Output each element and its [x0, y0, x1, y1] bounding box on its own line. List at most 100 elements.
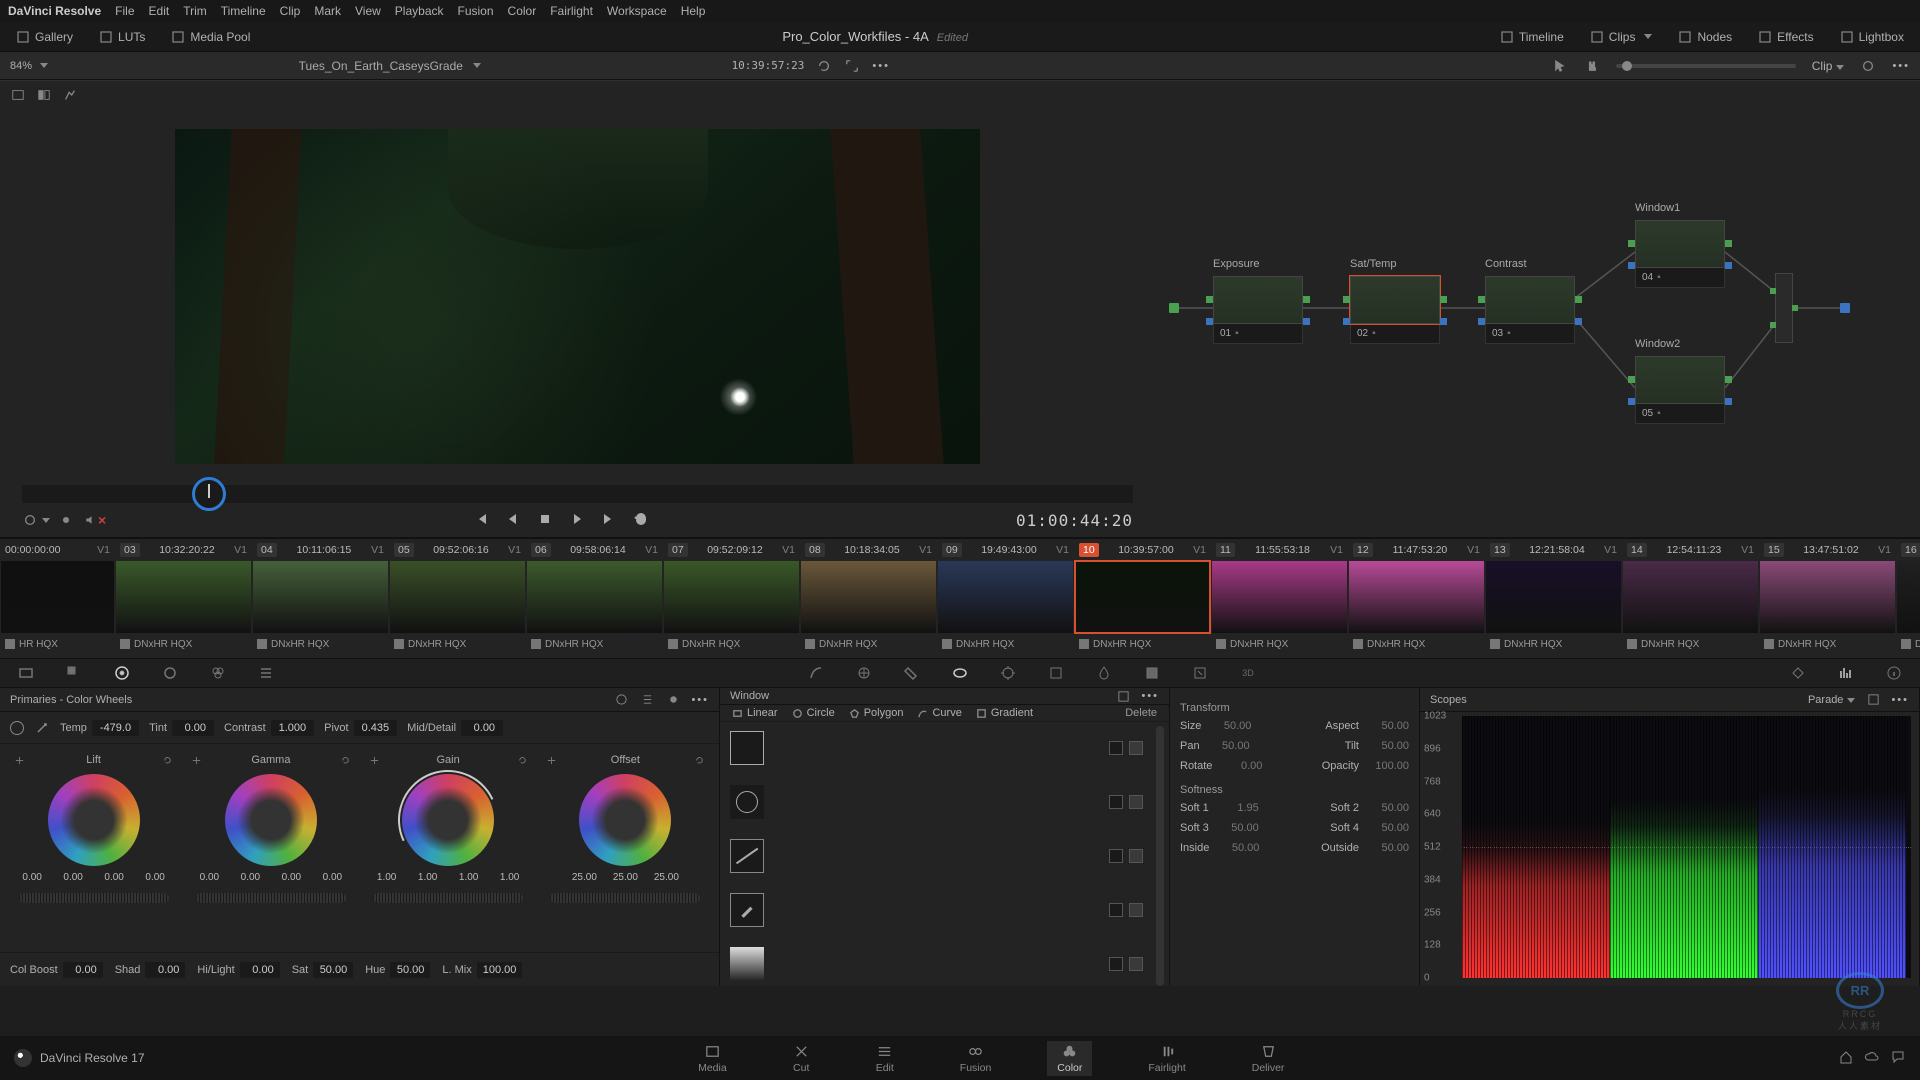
primaries-shad[interactable]: Shad0.00 — [115, 962, 186, 978]
stop-button[interactable] — [537, 511, 553, 530]
pick-white-icon[interactable] — [34, 720, 50, 736]
clip-thumbnail-16[interactable]: 16DNx — [1896, 539, 1920, 658]
primaries-hilight[interactable]: Hi/Light0.00 — [197, 962, 279, 978]
loop-button[interactable] — [633, 511, 649, 530]
toggle-icon[interactable] — [58, 512, 74, 528]
gamma-wheel[interactable] — [225, 774, 317, 866]
node-graph[interactable]: Exposure01 ▪Sat/Temp02 ▪Contrast03 ▪Wind… — [1155, 108, 1920, 537]
clip-thumbnail-05[interactable]: 0509:52:06:16V1DNxHR HQX — [389, 539, 526, 658]
playhead-indicator[interactable] — [192, 477, 226, 511]
gain-jog[interactable] — [373, 893, 523, 903]
panel-options-icon[interactable]: ••• — [1891, 694, 1909, 706]
hdr-icon[interactable] — [160, 663, 180, 683]
menu-trim[interactable]: Trim — [183, 4, 207, 18]
node-03[interactable]: Contrast03 ▪ — [1485, 276, 1575, 344]
curves-icon[interactable] — [806, 663, 826, 683]
page-tab-deliver[interactable]: Deliver — [1242, 1041, 1295, 1076]
parallel-mixer-node[interactable] — [1775, 273, 1793, 343]
subbar-gallery[interactable]: Gallery — [10, 27, 79, 47]
menu-workspace[interactable]: Workspace — [607, 4, 667, 18]
menu-fusion[interactable]: Fusion — [458, 4, 494, 18]
window-shape-line[interactable] — [730, 834, 1143, 878]
subbar-timeline[interactable]: Timeline — [1494, 27, 1570, 47]
page-tab-fairlight[interactable]: Fairlight — [1138, 1041, 1195, 1076]
output-node[interactable] — [1840, 303, 1850, 313]
subbar-clips[interactable]: Clips — [1584, 27, 1659, 47]
highlight-icon[interactable] — [62, 87, 78, 103]
primaries-middetail[interactable]: Mid/Detail0.00 — [407, 720, 503, 736]
offset-wheel[interactable] — [579, 774, 671, 866]
menu-edit[interactable]: Edit — [149, 4, 170, 18]
blur-icon[interactable] — [1094, 663, 1114, 683]
color-warper-icon[interactable] — [854, 663, 874, 683]
menu-mark[interactable]: Mark — [314, 4, 341, 18]
wheels-mode-icon[interactable] — [613, 692, 629, 708]
node-01[interactable]: Exposure01 ▪ — [1213, 276, 1303, 344]
menu-fairlight[interactable]: Fairlight — [550, 4, 593, 18]
camera-raw-icon[interactable] — [16, 663, 36, 683]
transform-tilt[interactable]: Tilt50.00 — [1345, 740, 1409, 752]
transform-opacity[interactable]: Opacity100.00 — [1322, 760, 1409, 772]
rgb-mixer-icon[interactable] — [208, 663, 228, 683]
next-clip-button[interactable] — [601, 511, 617, 530]
clip-thumbnail-13[interactable]: 1312:21:58:04V1DNxHR HQX — [1485, 539, 1622, 658]
window-shape-curve[interactable] — [730, 888, 1143, 932]
window-icon[interactable] — [950, 663, 970, 683]
magic-mask-icon[interactable] — [1046, 663, 1066, 683]
menu-playback[interactable]: Playback — [395, 4, 444, 18]
window-preset-icon[interactable] — [1115, 688, 1131, 704]
clip-thumbnail-07[interactable]: 0709:52:09:12V1DNxHR HQX — [663, 539, 800, 658]
hand-icon[interactable] — [1584, 58, 1600, 74]
clip-thumbnail-12[interactable]: 1211:47:53:20V1DNxHR HQX — [1348, 539, 1485, 658]
node-04[interactable]: Window104 ▪ — [1635, 220, 1725, 288]
more-icon[interactable]: ••• — [872, 60, 890, 72]
transform-aspect[interactable]: Aspect50.00 — [1325, 720, 1409, 732]
tracker-icon[interactable] — [998, 663, 1018, 683]
source-node[interactable] — [1169, 303, 1179, 313]
menu-timeline[interactable]: Timeline — [221, 4, 266, 18]
panel-options-icon[interactable]: ••• — [691, 694, 709, 706]
page-tab-edit[interactable]: Edit — [866, 1041, 904, 1076]
clip-thumbnail-08[interactable]: 0810:18:34:05V1DNxHR HQX — [800, 539, 937, 658]
3d-icon[interactable]: 3D — [1238, 663, 1258, 683]
viewer-scrubber[interactable] — [22, 485, 1133, 503]
color-match-icon[interactable] — [64, 663, 84, 683]
lift-wheel[interactable] — [48, 774, 140, 866]
primaries-tint[interactable]: Tint0.00 — [149, 720, 214, 736]
clip-thumbnail-09[interactable]: 0919:49:43:00V1DNxHR HQX — [937, 539, 1074, 658]
info-icon[interactable] — [1884, 663, 1904, 683]
window-tab-polygon[interactable]: Polygon — [843, 705, 910, 721]
lift-jog[interactable] — [19, 893, 169, 903]
viewer-zoom[interactable]: 84% — [10, 60, 48, 72]
node-options-icon[interactable]: ••• — [1892, 60, 1910, 72]
clip-name-dropdown[interactable]: Tues_On_Earth_CaseysGrade — [299, 59, 481, 73]
softness-outside[interactable]: Outside50.00 — [1321, 842, 1409, 854]
window-shape-gradient[interactable] — [730, 942, 1143, 986]
clip-thumbnail-15[interactable]: 1513:47:51:02V1DNxHR HQX — [1759, 539, 1896, 658]
softness-inside[interactable]: Inside50.00 — [1180, 842, 1259, 854]
page-tab-color[interactable]: Color — [1047, 1041, 1092, 1076]
page-tab-cut[interactable]: Cut — [783, 1041, 820, 1076]
key-icon[interactable] — [1142, 663, 1162, 683]
clip-thumbnail-03[interactable]: 0310:32:20:22V1DNxHR HQX — [115, 539, 252, 658]
panel-options-icon[interactable]: ••• — [1141, 690, 1159, 702]
clip-thumbnail-10[interactable]: 1010:39:57:00V1DNxHR HQX — [1074, 539, 1211, 658]
window-tab-circle[interactable]: Circle — [786, 705, 841, 721]
transform-rotate[interactable]: Rotate0.00 — [1180, 760, 1262, 772]
node-05[interactable]: Window205 ▪ — [1635, 356, 1725, 424]
chevron-down-icon[interactable] — [42, 518, 50, 523]
chat-icon[interactable] — [1890, 1049, 1906, 1068]
image-wipe-icon[interactable] — [10, 87, 26, 103]
window-shape-circle[interactable] — [730, 780, 1143, 824]
subbar-nodes[interactable]: Nodes — [1672, 27, 1738, 47]
scopes-mode-dropdown[interactable]: Parade — [1808, 694, 1855, 706]
transform-pan[interactable]: Pan50.00 — [1180, 740, 1250, 752]
prev-clip-button[interactable] — [473, 511, 489, 530]
page-tab-fusion[interactable]: Fusion — [950, 1041, 1002, 1076]
clip-thumbnail-04[interactable]: 0410:11:06:15V1DNxHR HQX — [252, 539, 389, 658]
primaries-hue[interactable]: Hue50.00 — [365, 962, 430, 978]
home-icon[interactable] — [1838, 1049, 1854, 1068]
loop-icon[interactable] — [816, 58, 832, 74]
scopes-expand-icon[interactable] — [1865, 692, 1881, 708]
log-mode-icon[interactable] — [665, 692, 681, 708]
